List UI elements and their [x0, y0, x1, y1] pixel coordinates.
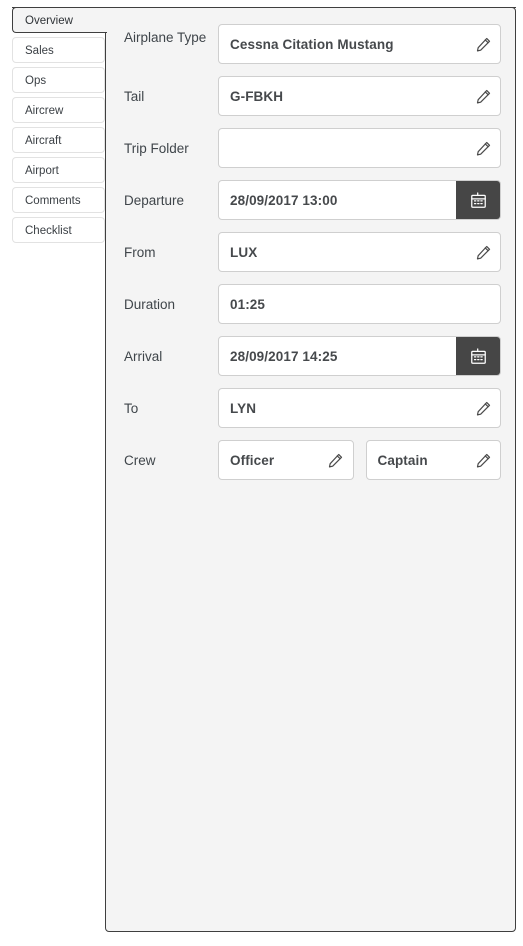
form-row-duration: Duration 01:25: [124, 284, 501, 324]
tail-value: G-FBKH: [230, 88, 284, 104]
tab-checklist-label: Checklist: [25, 225, 72, 237]
trip-form: Airplane Type Cessna Citation Mustang Ta…: [106, 8, 515, 480]
duration-value: 01:25: [230, 296, 266, 312]
pencil-icon[interactable]: [466, 441, 500, 479]
airplane-type-field[interactable]: Cessna Citation Mustang: [218, 24, 501, 64]
arrival-field[interactable]: 28/09/2017 14:25: [218, 336, 501, 376]
crew-label: Crew: [124, 453, 156, 468]
sidebar-tab-list: Overview Sales Ops Aircrew Aircraft Airp…: [12, 7, 107, 247]
pencil-icon[interactable]: [466, 25, 500, 63]
crew-officer-value: Officer: [230, 452, 275, 468]
form-row-from: From LUX: [124, 232, 501, 272]
crew-captain-field[interactable]: Captain: [365, 440, 501, 480]
tail-label: Tail: [124, 89, 145, 104]
panel-top-border: [12, 7, 516, 8]
tab-checklist[interactable]: Checklist: [12, 217, 105, 243]
to-field[interactable]: LYN: [218, 388, 501, 428]
departure-label: Departure: [124, 193, 185, 208]
from-field[interactable]: LUX: [218, 232, 501, 272]
tail-field[interactable]: G-FBKH: [218, 76, 501, 116]
overview-panel: Airplane Type Cessna Citation Mustang Ta…: [105, 7, 516, 932]
tab-comments-label: Comments: [25, 195, 81, 207]
pencil-icon[interactable]: [466, 77, 500, 115]
arrival-label: Arrival: [124, 349, 163, 364]
pencil-icon[interactable]: [319, 441, 353, 479]
tab-airport-label: Airport: [25, 165, 59, 177]
tab-ops[interactable]: Ops: [12, 67, 105, 93]
crew-captain-value: Captain: [377, 452, 428, 468]
trip-overview-screen: Overview Sales Ops Aircrew Aircraft Airp…: [0, 0, 523, 946]
trip-folder-label: Trip Folder: [124, 141, 189, 156]
form-row-crew: Crew Officer Captain: [124, 440, 501, 480]
tab-ops-label: Ops: [25, 75, 47, 87]
from-label: From: [124, 245, 156, 260]
tab-sales-label: Sales: [25, 45, 54, 57]
tab-aircrew[interactable]: Aircrew: [12, 97, 105, 123]
airplane-type-value: Cessna Citation Mustang: [230, 36, 394, 52]
duration-field[interactable]: 01:25: [218, 284, 501, 324]
tab-aircrew-label: Aircrew: [25, 105, 64, 117]
arrival-value: 28/09/2017 14:25: [230, 348, 338, 364]
to-value: LYN: [230, 400, 257, 416]
tab-overview-label: Overview: [25, 15, 73, 27]
tab-comments[interactable]: Comments: [12, 187, 105, 213]
trip-folder-field[interactable]: [218, 128, 501, 168]
pencil-icon[interactable]: [466, 233, 500, 271]
form-row-departure: Departure 28/09/2017 13:00: [124, 180, 501, 220]
departure-value: 28/09/2017 13:00: [230, 192, 338, 208]
form-row-tail: Tail G-FBKH: [124, 76, 501, 116]
form-row-trip-folder: Trip Folder: [124, 128, 501, 168]
duration-label: Duration: [124, 297, 176, 312]
calendar-icon[interactable]: [456, 181, 500, 219]
pencil-icon[interactable]: [466, 389, 500, 427]
tab-aircraft[interactable]: Aircraft: [12, 127, 105, 153]
form-row-airplane-type: Airplane Type Cessna Citation Mustang: [124, 24, 501, 64]
to-label: To: [124, 401, 139, 416]
tab-airport[interactable]: Airport: [12, 157, 105, 183]
tab-overview[interactable]: Overview: [12, 7, 107, 33]
pencil-icon[interactable]: [466, 129, 500, 167]
tab-aircraft-label: Aircraft: [25, 135, 62, 147]
tab-sales[interactable]: Sales: [12, 37, 105, 63]
departure-field[interactable]: 28/09/2017 13:00: [218, 180, 501, 220]
form-row-to: To LYN: [124, 388, 501, 428]
form-row-arrival: Arrival 28/09/2017 14:25: [124, 336, 501, 376]
crew-officer-field[interactable]: Officer: [218, 440, 354, 480]
crew-fields: Officer Captain: [218, 440, 501, 480]
calendar-icon[interactable]: [456, 337, 500, 375]
from-value: LUX: [230, 244, 258, 260]
airplane-type-label: Airplane Type: [124, 30, 207, 45]
